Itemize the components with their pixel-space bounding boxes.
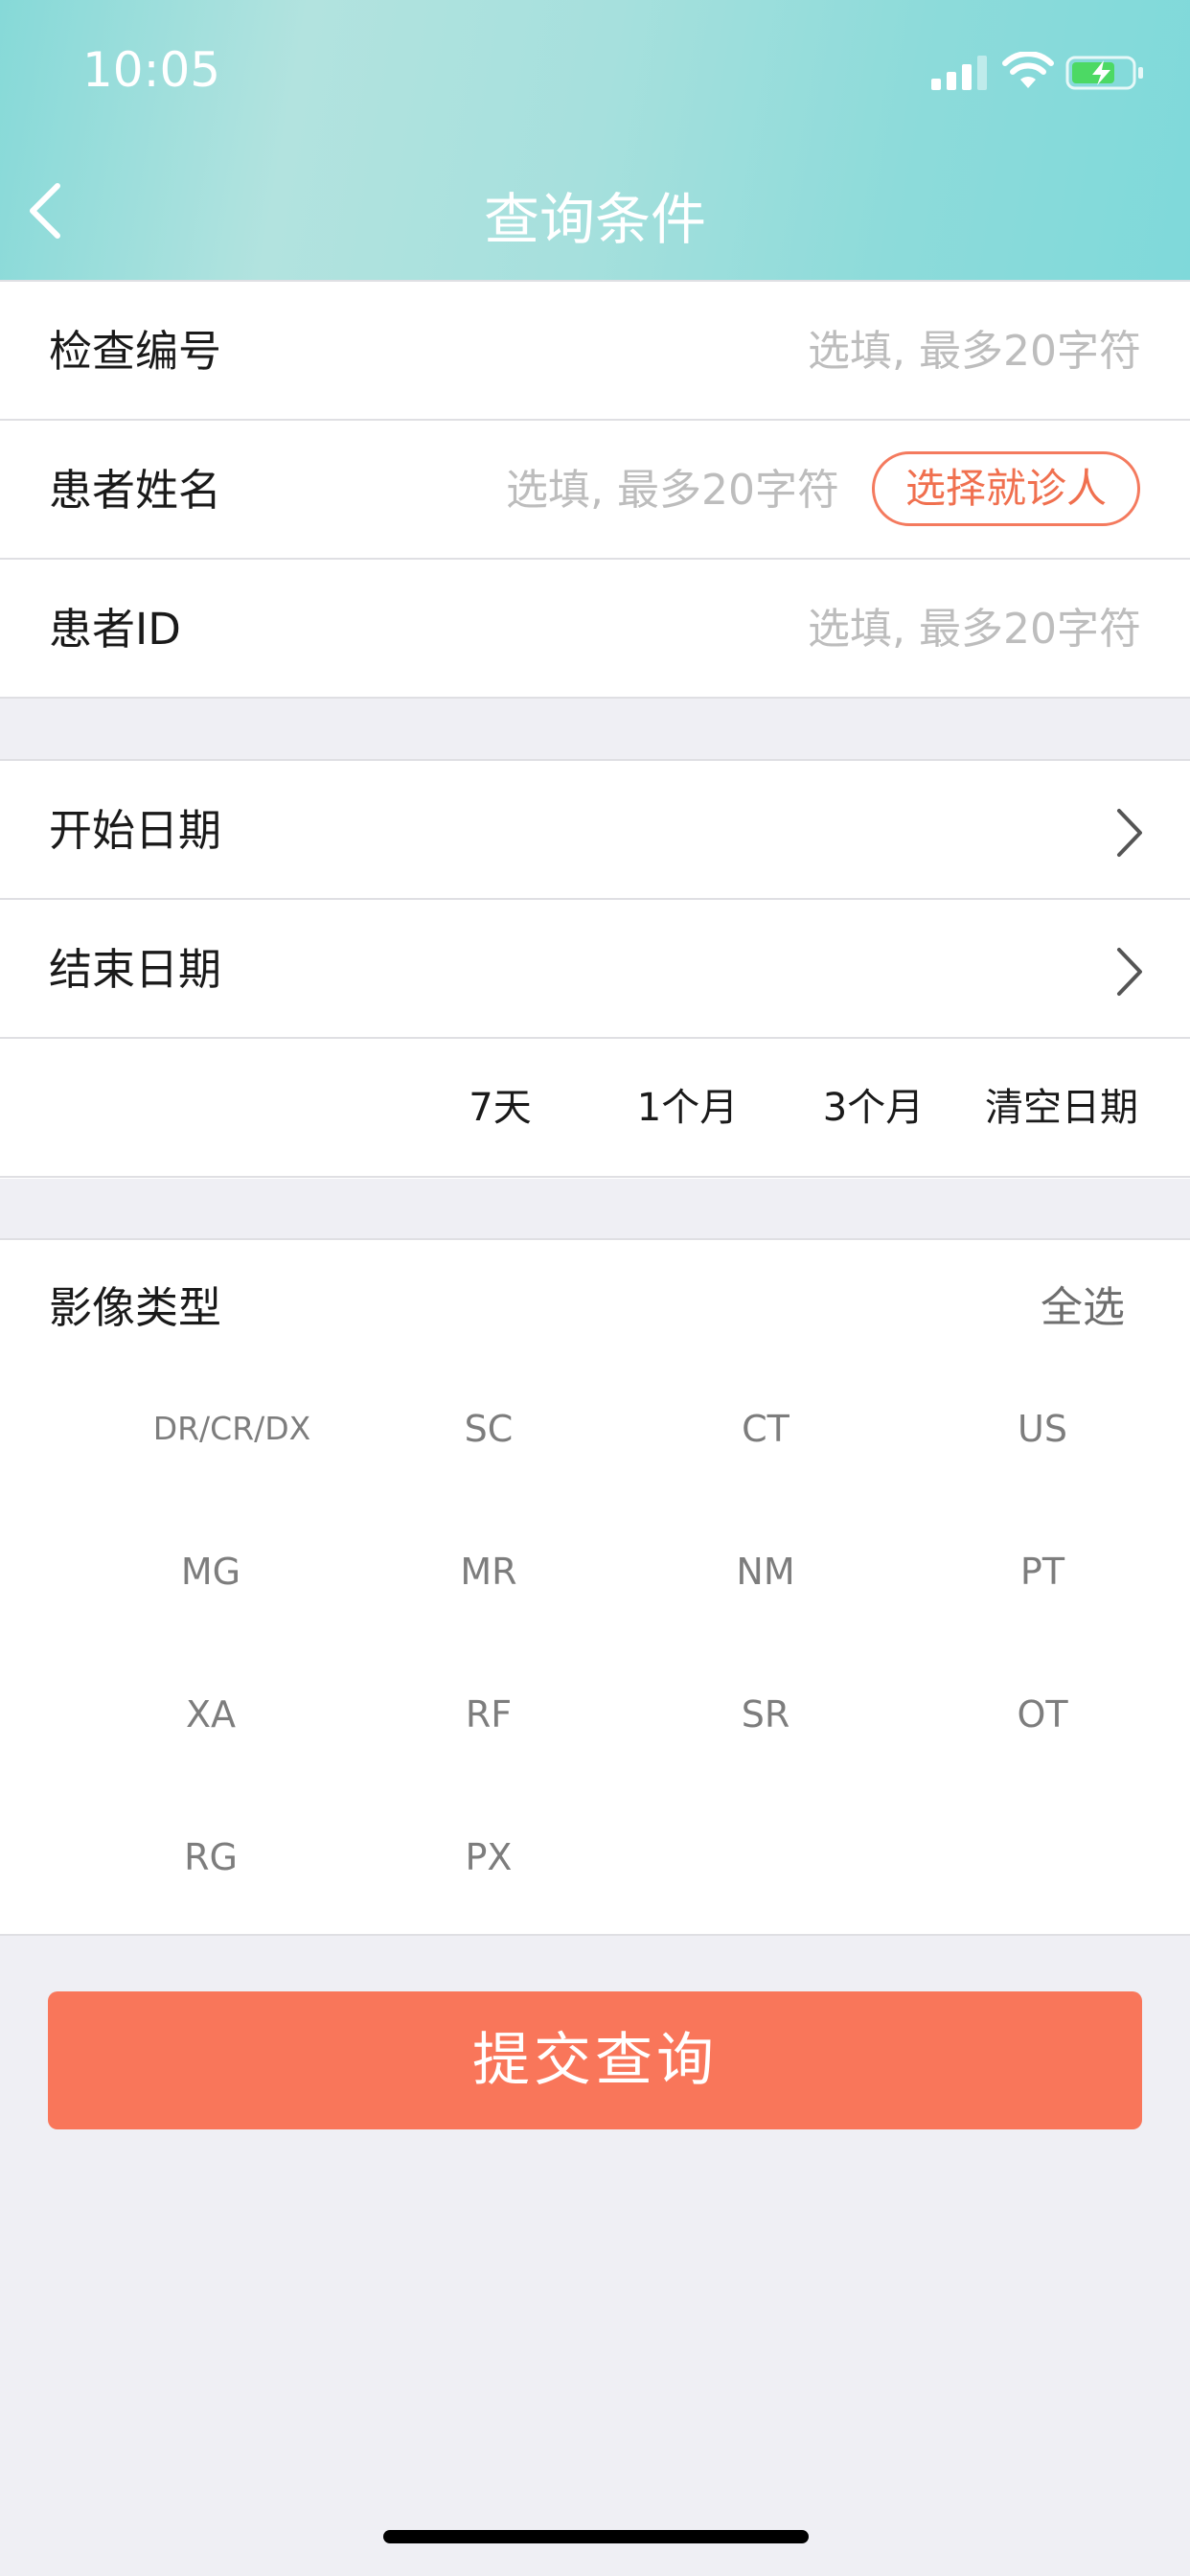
chevron-right-icon (1117, 809, 1142, 857)
patient-id-input[interactable]: 选填, 最多20字符 (808, 560, 1141, 699)
page-title: 查询条件 (483, 187, 706, 252)
modality-option[interactable]: MR (374, 1551, 604, 1593)
exam-number-input[interactable]: 选填, 最多20字符 (808, 282, 1141, 421)
date-group: 开始日期 结束日期 7天 1个月 3个月 清空日期 (0, 759, 1190, 1179)
modality-option[interactable]: NM (651, 1551, 881, 1593)
divider (0, 1934, 1190, 1936)
patient-id-label: 患者ID (49, 604, 181, 655)
identity-fields-group: 检查编号 选填, 最多20字符 患者姓名 选填, 最多20字符 选择就诊人 患者… (0, 280, 1190, 699)
select-all-button[interactable]: 全选 (1041, 1273, 1125, 1334)
end-date-label: 结束日期 (49, 944, 222, 995)
home-indicator (383, 2530, 809, 2543)
battery-charging-icon (1065, 56, 1143, 90)
modality-option[interactable]: PT (927, 1551, 1157, 1593)
modality-option[interactable]: CT (651, 1408, 881, 1450)
start-date-label: 开始日期 (49, 805, 222, 856)
submit-query-button[interactable]: 提交查询 (48, 1991, 1142, 2129)
status-time: 10:05 (82, 42, 221, 98)
patient-name-input[interactable]: 选填, 最多20字符 (506, 421, 839, 560)
patient-name-label: 患者姓名 (49, 465, 222, 516)
modality-title: 影像类型 (49, 1282, 222, 1333)
modality-option[interactable]: US (927, 1408, 1157, 1450)
start-date-row[interactable]: 开始日期 (0, 761, 1190, 900)
select-patient-button[interactable]: 选择就诊人 (872, 451, 1140, 526)
patient-name-row: 患者姓名 选填, 最多20字符 选择就诊人 (0, 421, 1190, 560)
navigation-header: 10:05 查询条件 (0, 0, 1190, 280)
quick-7-days-button[interactable]: 7天 (443, 1039, 558, 1178)
quick-3-months-button[interactable]: 3个月 (809, 1039, 938, 1178)
modality-option[interactable]: SC (374, 1408, 604, 1450)
divider (0, 1238, 1190, 1240)
chevron-right-icon (1117, 948, 1142, 996)
modality-option[interactable]: DR/CR/DX (117, 1410, 347, 1447)
modality-option[interactable]: MG (96, 1551, 326, 1593)
wifi-icon (1002, 52, 1054, 88)
modality-option[interactable]: OT (927, 1693, 1157, 1736)
clear-dates-button[interactable]: 清空日期 (975, 1039, 1148, 1178)
modality-option[interactable]: SR (651, 1693, 881, 1736)
exam-number-row: 检查编号 选填, 最多20字符 (0, 282, 1190, 421)
modality-option[interactable]: PX (374, 1836, 604, 1878)
modality-option[interactable]: RF (374, 1693, 604, 1736)
quick-1-month-button[interactable]: 1个月 (623, 1039, 752, 1178)
end-date-row[interactable]: 结束日期 (0, 900, 1190, 1039)
patient-id-row: 患者ID 选填, 最多20字符 (0, 560, 1190, 699)
exam-number-label: 检查编号 (49, 326, 222, 377)
cellular-signal-icon (931, 56, 987, 90)
modality-option[interactable]: XA (96, 1693, 326, 1736)
quick-date-row: 7天 1个月 3个月 清空日期 (0, 1039, 1190, 1178)
modality-option[interactable]: RG (96, 1836, 326, 1878)
